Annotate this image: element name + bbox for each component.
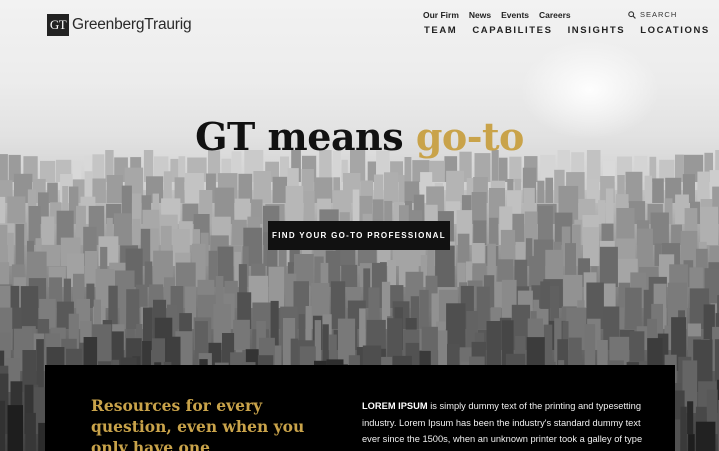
building-shape [671,224,682,245]
building-shape [697,171,710,203]
building-shape [687,401,694,434]
building-shape [545,177,553,203]
building-shape [652,178,664,203]
hero-headline: GT means go-to [0,114,719,159]
building-shape [15,224,25,266]
building-shape [144,261,153,287]
building-shape [0,400,6,451]
building-shape [419,289,429,329]
building-shape [700,206,718,245]
building-shape [509,156,522,182]
nav-link-events[interactable]: Events [501,10,529,20]
building-shape [695,421,716,451]
nav-link-news[interactable]: News [469,10,491,20]
building-shape [126,289,140,329]
building-shape [599,246,618,287]
building-shape [25,412,36,451]
building-shape [106,175,123,203]
building-shape [272,176,288,203]
building-shape [119,293,126,329]
nav-item-insights[interactable]: INSIGHTS [568,25,626,36]
building-shape [373,174,384,203]
building-shape [40,160,56,182]
building-shape [486,321,501,371]
building-shape [233,319,250,350]
building-shape [20,286,39,329]
building-shape [605,188,614,224]
building-shape [366,319,386,350]
building-shape [36,339,44,392]
logo-name: GreenbergTraurig [72,16,192,33]
building-shape [404,157,412,182]
search-label: SEARCH [640,10,678,19]
building-shape [537,180,545,203]
building-shape [72,161,82,182]
building-shape [688,434,695,451]
search-button[interactable]: SEARCH [628,10,677,19]
building-shape [215,276,224,308]
building-shape [359,308,366,350]
building-shape [352,189,360,224]
nav-item-locations[interactable]: LOCATIONS [640,25,710,36]
building-shape [7,405,23,451]
building-shape [489,217,499,245]
resources-panel: Resources for every question, even when … [45,365,675,451]
hero-background: GT GreenbergTraurig Our Firm News Events… [0,0,719,451]
building-shape [0,196,6,224]
building-shape [537,205,553,245]
building-shape [253,171,271,203]
building-shape [457,233,470,266]
building-shape [163,171,172,203]
nav-item-capabilities[interactable]: CAPABILITES [472,25,552,36]
building-shape [471,192,487,224]
resources-title: Resources for every question, even when … [91,396,305,451]
building-shape [41,216,55,245]
building-shape [680,406,687,451]
building-shape [473,220,487,245]
building-shape [584,324,596,371]
find-professional-button[interactable]: FIND YOUR GO-TO PROFESSIONAL [268,221,450,250]
headline-main: GT means [195,114,416,159]
building-shape [644,175,652,203]
building-shape [446,170,464,203]
building-shape [384,172,399,203]
building-shape [285,185,304,224]
building-shape [598,200,606,224]
building-shape [303,191,315,224]
building-shape [0,262,10,287]
headline-accent: go-to [415,114,525,159]
building-shape [7,196,26,224]
utility-nav: Our Firm News Events Careers [423,10,571,20]
main-nav: TEAM CAPABILITES INSIGHTS LOCATIONS [424,25,710,36]
logo-mark: GT [47,14,69,36]
building-shape [625,287,642,329]
resources-body-lead: LOREM IPSUM [362,401,428,411]
building-shape [471,243,485,266]
building-shape [446,303,466,350]
building-shape [0,224,8,266]
nav-link-our-firm[interactable]: Our Firm [423,10,459,20]
building-shape [398,175,405,203]
building-shape [650,212,669,245]
search-icon [628,10,636,19]
nav-link-careers[interactable]: Careers [539,10,571,20]
building-shape [435,245,455,287]
building-shape [84,251,98,287]
building-shape [498,157,508,182]
building-shape [637,228,653,266]
resources-body: LOREM IPSUM is simply dummy text of the … [362,398,652,448]
building-shape [7,232,14,266]
greenberg-traurig-logo[interactable]: GT GreenbergTraurig [47,14,192,36]
building-shape [132,218,141,245]
nav-item-team[interactable]: TEAM [424,25,457,36]
